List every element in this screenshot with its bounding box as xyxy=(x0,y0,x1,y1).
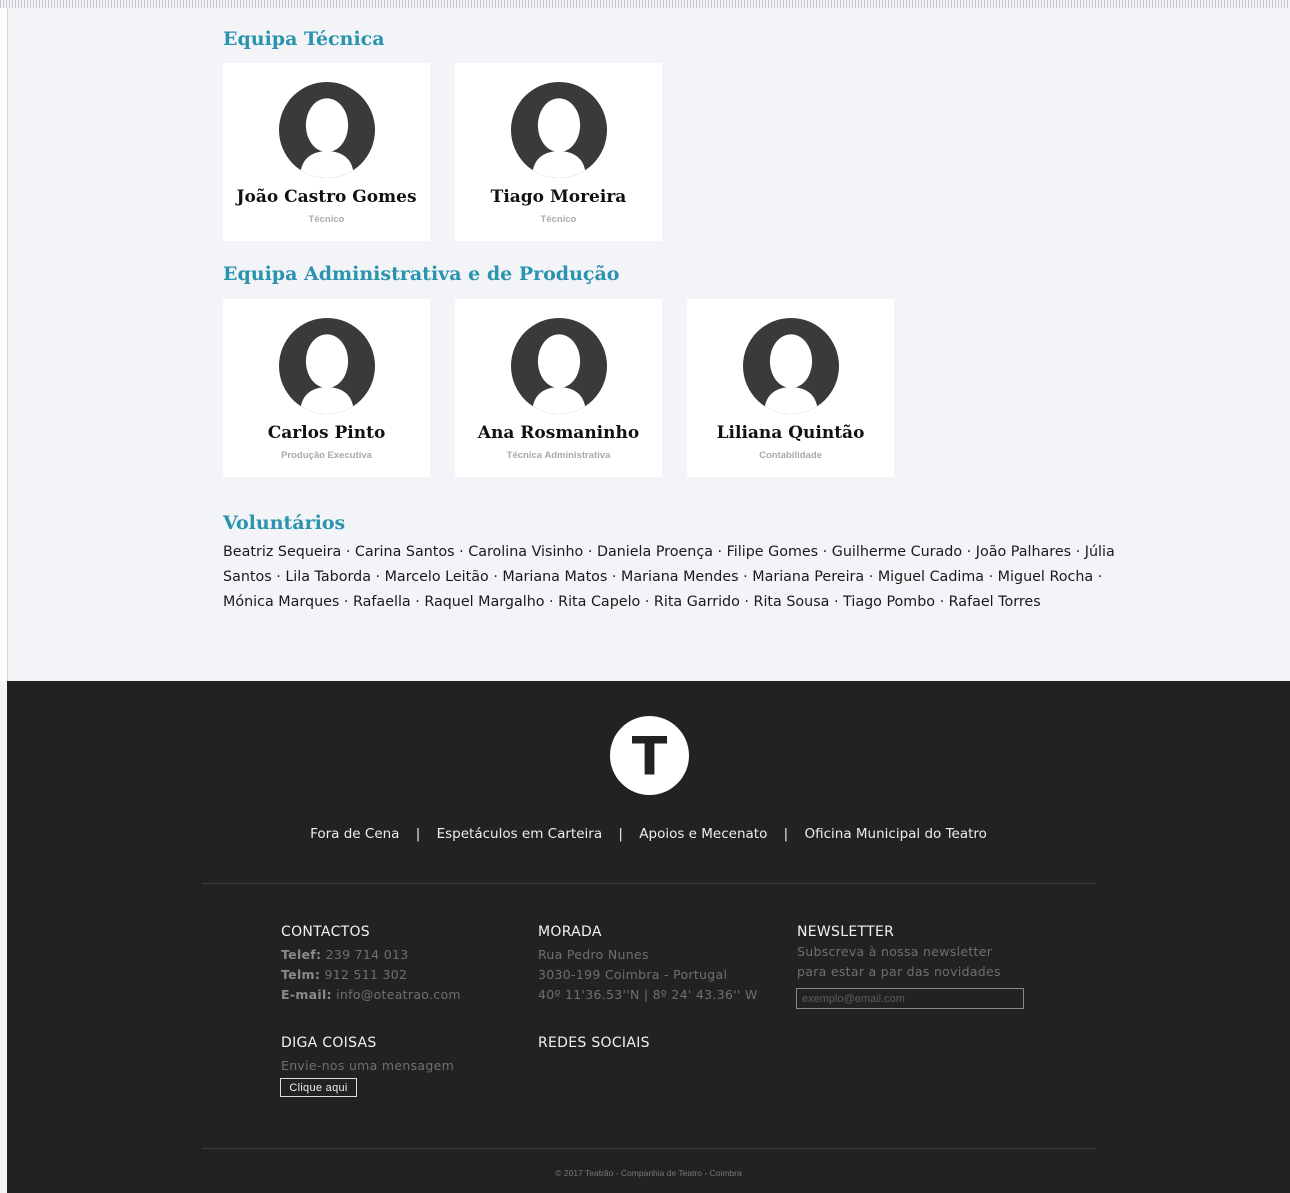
member-card: Tiago Moreira Técnico xyxy=(455,63,662,241)
contactos-column: CONTACTOS Telef: 239 714 013 Telm: 912 5… xyxy=(281,924,461,1005)
morada-column: MORADA Rua Pedro Nunes 3030-199 Coimbra … xyxy=(538,924,758,1005)
member-name: Liliana Quintão xyxy=(716,423,865,443)
member-role: Contabilidade xyxy=(759,450,822,461)
member-card: Ana Rosmaninho Técnica Administrativa xyxy=(455,299,662,477)
member-name: João Castro Gomes xyxy=(236,187,417,207)
site-footer: T Fora de Cena | Espetáculos em Carteira… xyxy=(7,681,1290,1193)
footer-link-apoios[interactable]: Apoios e Mecenato xyxy=(639,826,767,842)
mobile-line: Telm: 912 511 302 xyxy=(281,965,461,985)
logo-letter: T xyxy=(632,727,668,787)
avatar-icon xyxy=(279,318,375,414)
redes-sociais-title: REDES SOCIAIS xyxy=(538,1035,650,1051)
nav-separator: | xyxy=(415,826,421,842)
send-message-button[interactable]: Clique aqui xyxy=(280,1078,357,1097)
newsletter-text: Subscreva à nossa newsletter xyxy=(797,944,993,959)
mobile-value[interactable]: 912 511 302 xyxy=(324,967,407,982)
redes-sociais-column: REDES SOCIAIS xyxy=(538,1035,650,1051)
diga-coisas-column: DIGA COISAS Envie-nos uma mensagem xyxy=(281,1035,454,1076)
member-name: Carlos Pinto xyxy=(267,423,386,443)
member-name: Tiago Moreira xyxy=(490,187,627,207)
footer-divider-top xyxy=(202,883,1096,884)
phone-line: Telef: 239 714 013 xyxy=(281,945,461,965)
avatar-icon xyxy=(511,318,607,414)
member-role: Produção Executiva xyxy=(281,450,372,461)
mobile-label: Telm: xyxy=(281,967,321,982)
diga-coisas-title: DIGA COISAS xyxy=(281,1035,377,1051)
avatar-icon xyxy=(743,318,839,414)
section-title-equipa-tecnica: Equipa Técnica xyxy=(223,28,385,50)
address-coordinates: 40º 11'36.53''N | 8º 24' 43.36'' W xyxy=(538,987,758,1002)
teatrao-logo-icon[interactable]: T xyxy=(610,716,689,795)
member-role: Técnica Administrativa xyxy=(506,450,611,461)
email-label: E-mail: xyxy=(281,987,332,1002)
member-card: Liliana Quintão Contabilidade xyxy=(687,299,894,477)
newsletter-text: para estar a par das novidades xyxy=(797,964,1001,979)
email-value[interactable]: info@oteatrao.com xyxy=(336,987,461,1002)
footer-divider-bottom xyxy=(202,1148,1096,1149)
address-line: Rua Pedro Nunes xyxy=(538,947,649,962)
diga-coisas-text: Envie-nos uma mensagem xyxy=(281,1058,455,1073)
section-title-equipa-administrativa: Equipa Administrativa e de Produção xyxy=(223,263,620,285)
volunteers-list: Beatriz Sequeira · Carina Santos · Carol… xyxy=(223,544,1115,610)
newsletter-title: NEWSLETTER xyxy=(797,924,895,940)
footer-link-oficina[interactable]: Oficina Municipal do Teatro xyxy=(804,826,986,842)
address-line: 3030-199 Coimbra - Portugal xyxy=(538,967,728,982)
member-card: João Castro Gomes Técnico xyxy=(223,63,430,241)
avatar-icon xyxy=(511,82,607,178)
member-name: Ana Rosmaninho xyxy=(477,423,640,443)
phone-label: Telef: xyxy=(281,947,322,962)
phone-value[interactable]: 239 714 013 xyxy=(326,947,409,962)
email-line: E-mail: info@oteatrao.com xyxy=(281,985,461,1005)
footer-link-fora-de-cena[interactable]: Fora de Cena xyxy=(310,826,399,842)
copyright: © 2017 Teatrão - Companhia de Teatro - C… xyxy=(555,1168,742,1178)
footer-nav: Fora de Cena | Espetáculos em Carteira |… xyxy=(7,826,1290,842)
member-role: Técnico xyxy=(308,214,345,225)
newsletter-column: NEWSLETTER Subscreva à nossa newsletter … xyxy=(797,924,1001,982)
avatar-icon xyxy=(279,82,375,178)
contactos-title: CONTACTOS xyxy=(281,924,370,940)
nav-separator: | xyxy=(783,826,789,842)
footer-link-espetaculos[interactable]: Espetáculos em Carteira xyxy=(437,826,603,842)
nav-separator: | xyxy=(618,826,623,842)
top-ruler xyxy=(0,0,1290,8)
section-title-voluntarios: Voluntários xyxy=(223,512,346,534)
member-card: Carlos Pinto Produção Executiva xyxy=(223,299,430,477)
left-edge xyxy=(0,8,8,681)
member-role: Técnico xyxy=(540,214,577,225)
morada-title: MORADA xyxy=(538,924,602,940)
newsletter-email-input[interactable] xyxy=(796,988,1024,1009)
